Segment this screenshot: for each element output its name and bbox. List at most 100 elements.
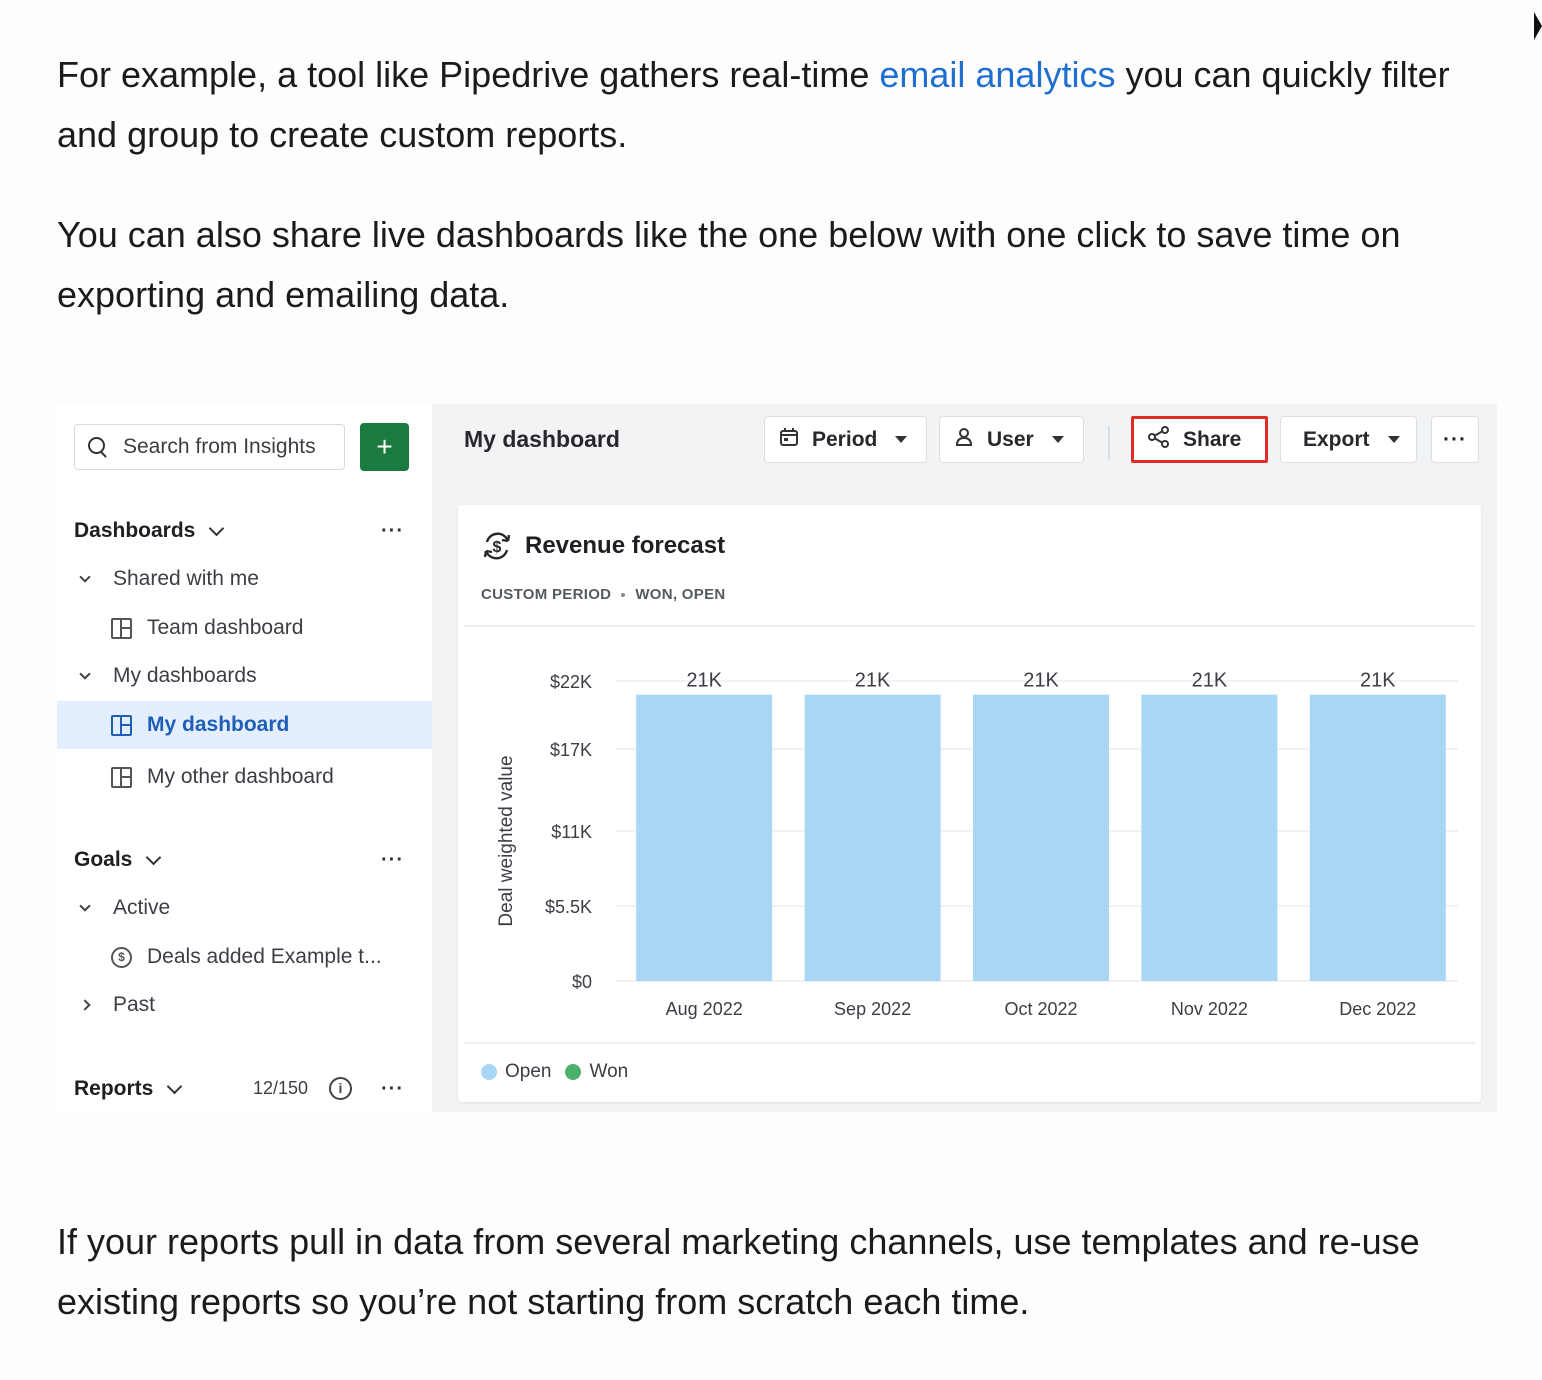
data-label: 21K bbox=[1360, 670, 1396, 692]
bar bbox=[804, 694, 941, 981]
y-tick-label: $17K bbox=[550, 740, 592, 760]
chevron-down-icon bbox=[167, 1078, 183, 1094]
legend-swatch bbox=[481, 1064, 497, 1080]
dashboards-heading-label: Dashboards bbox=[74, 519, 196, 542]
goals-heading-label: Goals bbox=[74, 848, 133, 871]
card-divider bbox=[464, 1042, 1475, 1044]
tree-item-active[interactable]: Active bbox=[79, 896, 171, 920]
caret-down-icon bbox=[895, 436, 908, 443]
x-tick-label: Aug 2022 bbox=[666, 999, 743, 1019]
data-label: 21K bbox=[855, 670, 891, 692]
y-tick-label: $22K bbox=[550, 672, 592, 692]
search-input[interactable]: Search from Insights bbox=[74, 424, 345, 470]
share-button[interactable]: Share bbox=[1131, 416, 1268, 463]
tree-item-label: Active bbox=[113, 896, 171, 919]
goals-more-button[interactable]: ··· bbox=[381, 849, 404, 872]
tree-item-past[interactable]: Past bbox=[79, 993, 155, 1017]
reports-heading-label: Reports bbox=[74, 1077, 154, 1100]
y-axis-label: Deal weighted value bbox=[496, 755, 517, 926]
period-filter-button[interactable]: Period bbox=[764, 416, 927, 463]
separator-dot bbox=[621, 592, 626, 597]
svg-text:$: $ bbox=[493, 539, 502, 556]
tree-item-label: My other dashboard bbox=[147, 765, 334, 788]
add-button[interactable]: + bbox=[360, 423, 409, 471]
y-tick-label: $0 bbox=[572, 972, 592, 992]
toolbar-divider bbox=[1108, 426, 1110, 460]
tree-item-label: Deals added Example t... bbox=[147, 945, 382, 968]
corner-marker bbox=[1534, 12, 1542, 40]
tree-item-label: Shared with me bbox=[113, 567, 259, 590]
tree-item-label: Team dashboard bbox=[147, 616, 304, 639]
paragraph-intro: For example, a tool like Pipedrive gathe… bbox=[57, 45, 1497, 165]
info-icon[interactable]: i bbox=[329, 1077, 352, 1100]
legend-item[interactable]: Won bbox=[565, 1061, 628, 1083]
revenue-forecast-card: $ Revenue forecast CUSTOM PERIOD WON, OP… bbox=[458, 505, 1481, 1102]
bar bbox=[636, 694, 773, 981]
dollar-coin-icon: $ bbox=[111, 946, 132, 968]
paragraph-text: For example, a tool like Pipedrive gathe… bbox=[57, 54, 880, 95]
legend-swatch bbox=[565, 1064, 582, 1080]
caret-down-icon bbox=[1051, 436, 1064, 443]
chevron-down-icon bbox=[146, 849, 162, 865]
bar bbox=[973, 694, 1109, 981]
x-tick-label: Oct 2022 bbox=[1004, 999, 1077, 1019]
paragraph-share: You can also share live dashboards like … bbox=[57, 214, 1401, 315]
dashboards-more-button[interactable]: ··· bbox=[381, 520, 404, 543]
x-tick-label: Dec 2022 bbox=[1339, 999, 1416, 1019]
goals-heading[interactable]: Goals bbox=[74, 848, 162, 872]
chevron-down-icon bbox=[79, 571, 91, 583]
reports-counter: 12/150 bbox=[253, 1078, 309, 1098]
dashboard-icon bbox=[111, 766, 132, 788]
tree-item-shared-with-me[interactable]: Shared with me bbox=[79, 567, 259, 591]
data-label: 21K bbox=[686, 670, 722, 692]
tree-item-label: My dashboard bbox=[147, 713, 290, 736]
chevron-down-icon bbox=[79, 900, 91, 912]
caret-down-icon bbox=[1387, 436, 1400, 443]
bar bbox=[1309, 694, 1446, 981]
data-label: 21K bbox=[1192, 670, 1228, 692]
user-icon bbox=[954, 427, 974, 452]
share-label: Share bbox=[1183, 427, 1242, 451]
dashboard-main: My dashboard Period User Share Export ··… bbox=[432, 404, 1497, 1112]
chart-legend: Open Won bbox=[481, 1061, 642, 1083]
tree-item-my-dashboards[interactable]: My dashboards bbox=[79, 664, 257, 688]
period-label: Period bbox=[812, 427, 878, 451]
export-button[interactable]: Export bbox=[1280, 416, 1417, 463]
reports-heading[interactable]: Reports bbox=[74, 1077, 183, 1101]
chevron-down-icon bbox=[209, 520, 225, 536]
user-label: User bbox=[987, 427, 1034, 451]
y-tick-label: $11K bbox=[551, 822, 592, 842]
revenue-forecast-icon: $ bbox=[483, 532, 511, 560]
data-label: 21K bbox=[1023, 670, 1059, 692]
dashboard-icon bbox=[111, 617, 132, 639]
revenue-bar-chart: $0 $5.5K $11K $17K $22K Deal weighted value 21… bbox=[496, 670, 1458, 1019]
y-tick-label: $5.5K bbox=[545, 897, 592, 917]
paragraph-templates: If your reports pull in data from severa… bbox=[57, 1221, 1420, 1322]
reports-more-button[interactable]: ··· bbox=[381, 1078, 404, 1101]
tree-item-my-other-dashboard[interactable]: My other dashboard bbox=[111, 765, 334, 789]
share-icon bbox=[1148, 426, 1170, 453]
status-tag: WON, OPEN bbox=[635, 586, 726, 603]
period-tag: CUSTOM PERIOD bbox=[481, 586, 612, 603]
search-placeholder: Search from Insights bbox=[123, 435, 316, 458]
tree-item-my-dashboard: My dashboard bbox=[111, 713, 289, 737]
dashboards-heading[interactable]: Dashboards bbox=[74, 519, 225, 543]
tree-item-goal[interactable]: $ Deals added Example t... bbox=[111, 945, 382, 969]
tree-item-label: My dashboards bbox=[113, 664, 257, 687]
more-options-button[interactable]: ··· bbox=[1431, 416, 1479, 463]
email-analytics-link[interactable]: email analytics bbox=[879, 54, 1115, 95]
insights-sidebar: Search from Insights + Dashboards ··· Sh… bbox=[57, 404, 432, 1112]
legend-label: Open bbox=[505, 1061, 552, 1082]
tree-item-team-dashboard[interactable]: Team dashboard bbox=[111, 616, 303, 640]
legend-label: Won bbox=[589, 1061, 629, 1082]
bar bbox=[1141, 694, 1278, 981]
export-label: Export bbox=[1303, 427, 1370, 451]
user-filter-button[interactable]: User bbox=[939, 416, 1084, 463]
dashboard-icon bbox=[111, 714, 132, 736]
search-icon bbox=[87, 436, 109, 458]
chevron-down-icon bbox=[79, 668, 91, 680]
tree-item-my-dashboard-selected[interactable]: My dashboard bbox=[57, 701, 432, 749]
x-tick-label: Nov 2022 bbox=[1171, 999, 1248, 1019]
dashboard-screenshot: Search from Insights + Dashboards ··· Sh… bbox=[57, 404, 1497, 1112]
legend-item[interactable]: Open bbox=[481, 1061, 551, 1083]
